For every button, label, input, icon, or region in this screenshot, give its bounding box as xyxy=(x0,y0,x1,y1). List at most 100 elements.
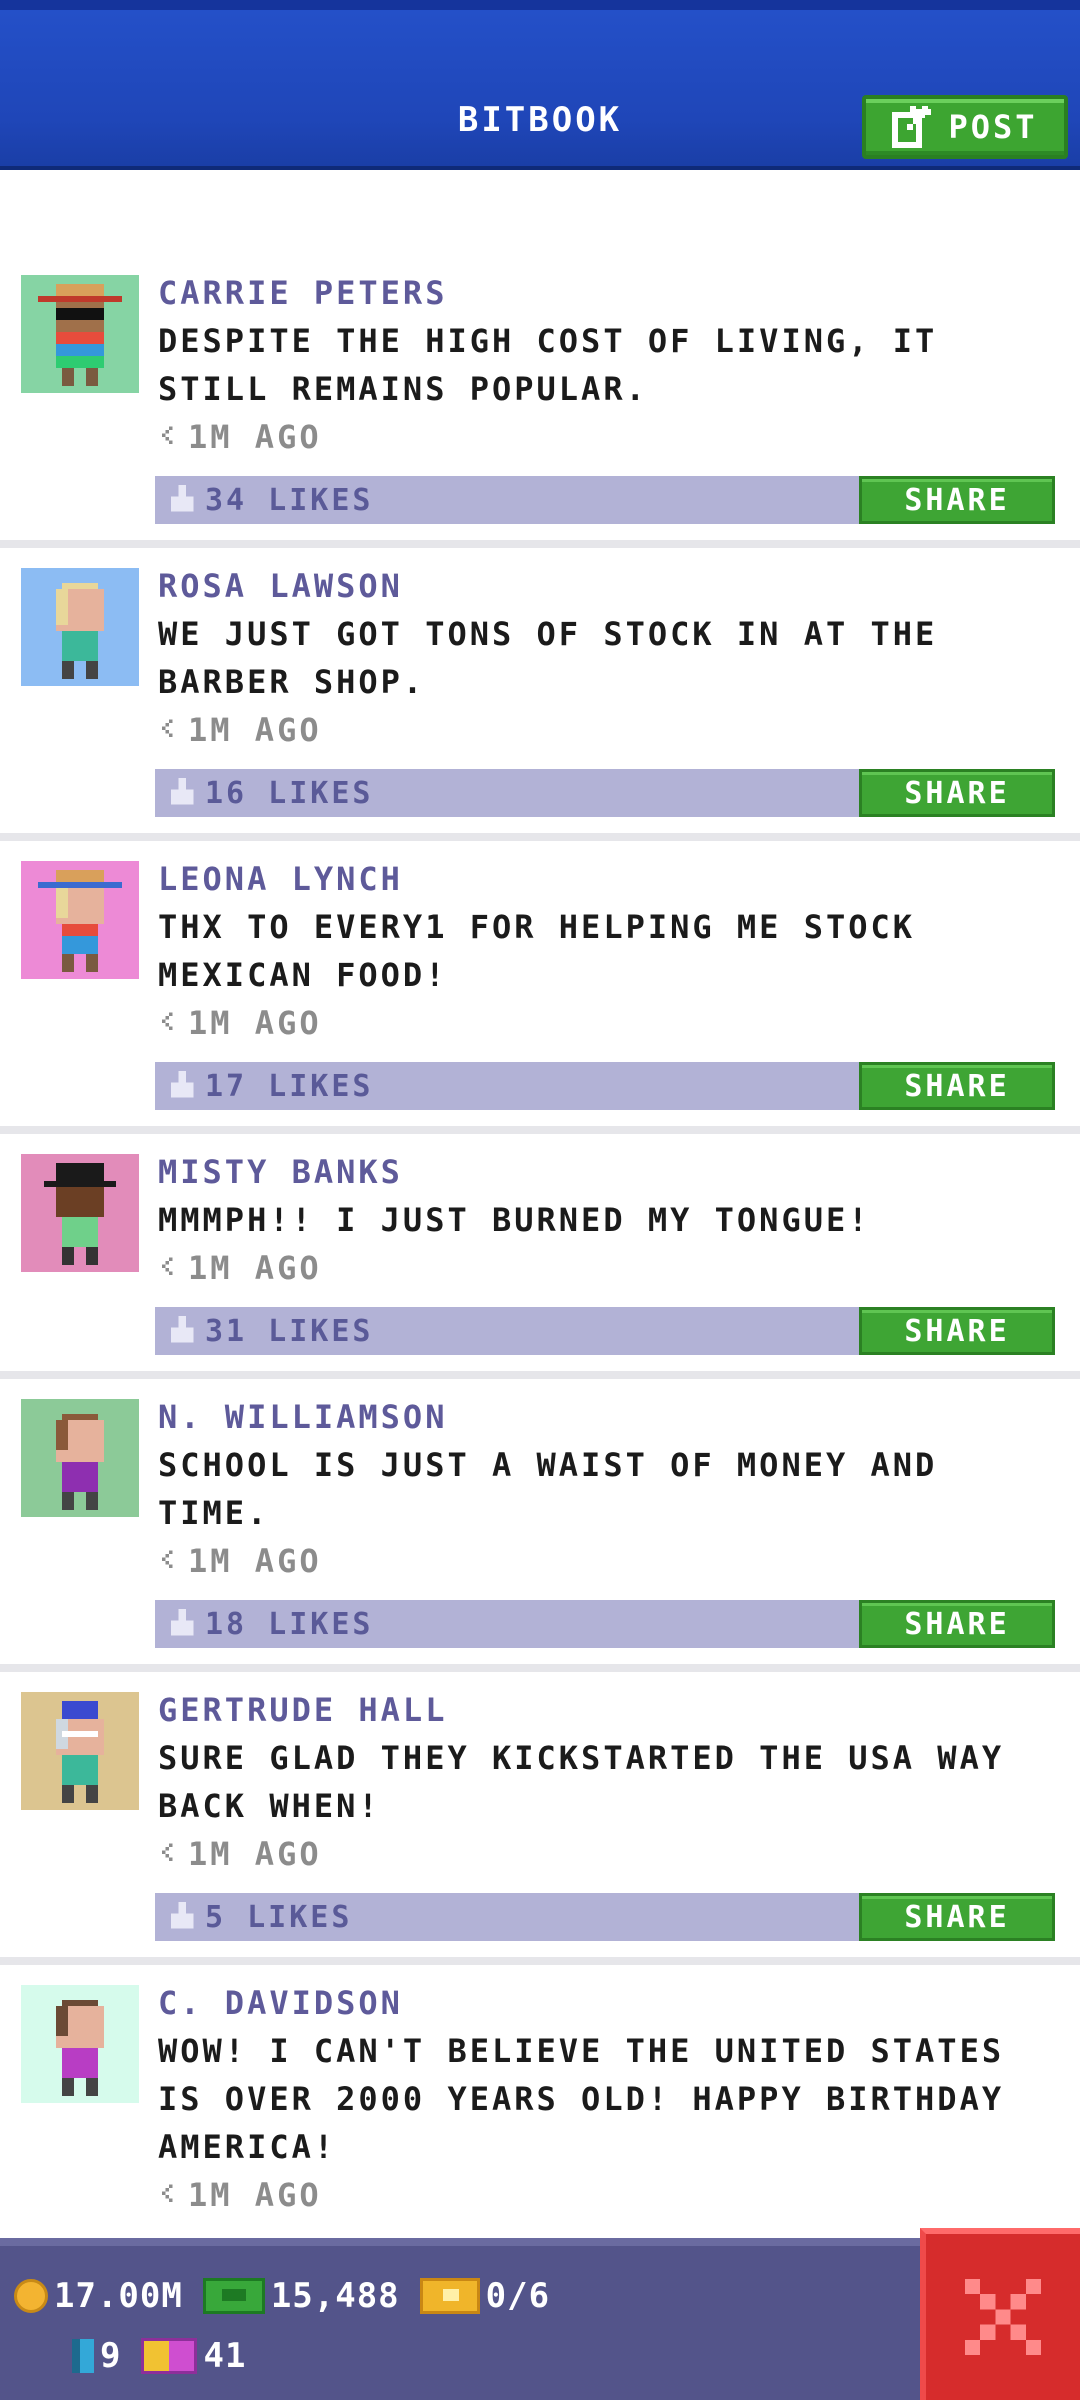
avatar[interactable] xyxy=(21,1154,139,1272)
tickets-value: 0/6 xyxy=(485,2276,551,2316)
clock-icon xyxy=(162,1257,173,1275)
avatar[interactable] xyxy=(21,275,139,393)
likes-count: 18 LIKES xyxy=(205,1606,374,1642)
edit-icon xyxy=(892,106,932,148)
post-time-label: 1M AGO xyxy=(188,1004,322,1042)
feed-post: GERTRUDE HALL SURE GLAD THEY KICKSTARTED… xyxy=(0,1672,1080,1965)
like-bar[interactable]: 17 LIKES SHARE xyxy=(155,1062,1055,1110)
header-bar: BITBOOK POST xyxy=(0,0,1080,170)
post-author[interactable]: N. WILLIAMSON xyxy=(158,1395,1068,1439)
feed-post: CARRIE PETERS DESPITE THE HIGH COST OF L… xyxy=(0,255,1080,548)
tickets-stat[interactable]: 0/6 xyxy=(419,2276,551,2316)
share-button[interactable]: SHARE xyxy=(859,1307,1055,1355)
post-time-label: 1M AGO xyxy=(188,1542,322,1580)
post-author[interactable]: CARRIE PETERS xyxy=(158,271,1068,315)
thumbs-up-icon xyxy=(170,778,194,805)
likes-count: 5 LIKES xyxy=(205,1899,353,1935)
post-button[interactable]: POST xyxy=(862,95,1068,159)
feed-list[interactable]: CARRIE PETERS DESPITE THE HIGH COST OF L… xyxy=(0,255,1080,2365)
clock-icon xyxy=(162,719,173,737)
avatar[interactable] xyxy=(21,861,139,979)
bux-icon xyxy=(202,2278,265,2314)
post-time: 1M AGO xyxy=(158,706,1068,754)
like-bar[interactable]: 31 LIKES SHARE xyxy=(155,1307,1055,1355)
bux-stat[interactable]: 15,488 xyxy=(202,2276,400,2316)
thumbs-up-icon xyxy=(170,1609,194,1636)
coins-value: 17.00M xyxy=(54,2276,183,2316)
post-author[interactable]: MISTY BANKS xyxy=(158,1150,1068,1194)
avatar[interactable] xyxy=(21,1399,139,1517)
likes-count: 31 LIKES xyxy=(205,1313,374,1349)
post-message: WE JUST GOT TONS OF STOCK IN AT THE BARB… xyxy=(158,615,938,701)
avatar-sprite xyxy=(56,1414,104,1510)
avatar-sprite xyxy=(56,583,104,679)
post-message: DESPITE THE HIGH COST OF LIVING, IT STIL… xyxy=(158,322,938,408)
post-author[interactable]: ROSA LAWSON xyxy=(158,564,1068,608)
vip-stat[interactable]: 41 xyxy=(141,2336,246,2376)
post-time: 1M AGO xyxy=(158,413,1068,461)
close-icon xyxy=(965,2279,1041,2355)
vip-value: 41 xyxy=(203,2336,247,2376)
feed-post: LEONA LYNCH THX TO EVERY1 FOR HELPING ME… xyxy=(0,841,1080,1134)
avatar-sprite xyxy=(56,2000,104,2096)
feed-post: N. WILLIAMSON SCHOOL IS JUST A WAIST OF … xyxy=(0,1379,1080,1672)
clock-icon xyxy=(162,2184,173,2202)
like-bar[interactable]: 34 LIKES SHARE xyxy=(155,476,1055,524)
likes-count: 34 LIKES xyxy=(205,482,374,518)
post-time: 1M AGO xyxy=(158,2171,1068,2219)
thumbs-up-icon xyxy=(170,485,194,512)
avatar-sprite xyxy=(56,1701,104,1803)
status-row-currency: 17.00M 15,488 0/6 xyxy=(14,2276,564,2316)
post-time-label: 1M AGO xyxy=(188,418,322,456)
avatar-sprite xyxy=(38,870,122,972)
thumbs-up-icon xyxy=(170,1071,194,1098)
thumbs-up-icon xyxy=(170,1902,194,1929)
coins-stat[interactable]: 17.00M xyxy=(14,2276,183,2316)
batteries-stat[interactable]: 9 xyxy=(72,2336,121,2376)
battery-icon xyxy=(72,2339,94,2373)
post-button-label: POST xyxy=(948,108,1038,146)
ticket-icon xyxy=(419,2278,480,2314)
clock-icon xyxy=(162,1012,173,1030)
thumbs-up-icon xyxy=(170,1316,194,1343)
post-time: 1M AGO xyxy=(158,1830,1068,1878)
post-message: MMMPH!! I JUST BURNED MY TONGUE! xyxy=(158,1201,871,1239)
avatar[interactable] xyxy=(21,568,139,686)
like-bar[interactable]: 5 LIKES SHARE xyxy=(155,1893,1055,1941)
post-time-label: 1M AGO xyxy=(188,1249,322,1287)
share-button[interactable]: SHARE xyxy=(859,1893,1055,1941)
post-author[interactable]: LEONA LYNCH xyxy=(158,857,1068,901)
feed-post: ROSA LAWSON WE JUST GOT TONS OF STOCK IN… xyxy=(0,548,1080,841)
coin-icon xyxy=(14,2279,48,2313)
post-time-label: 1M AGO xyxy=(188,1835,322,1873)
share-button[interactable]: SHARE xyxy=(859,476,1055,524)
bitbook-screen: BITBOOK POST CARRIE PETERS DESPITE THE H… xyxy=(0,0,1080,2400)
likes-count: 17 LIKES xyxy=(205,1068,374,1104)
avatar-sprite xyxy=(38,284,122,386)
like-bar[interactable]: 18 LIKES SHARE xyxy=(155,1600,1055,1648)
avatar-sprite xyxy=(44,1163,116,1265)
clock-icon xyxy=(162,1843,173,1861)
post-author[interactable]: GERTRUDE HALL xyxy=(158,1688,1068,1732)
clock-icon xyxy=(162,426,173,444)
post-time: 1M AGO xyxy=(158,999,1068,1047)
share-button[interactable]: SHARE xyxy=(859,769,1055,817)
post-time-label: 1M AGO xyxy=(188,711,322,749)
post-author[interactable]: C. DAVIDSON xyxy=(158,1981,1068,2025)
post-time-label: 1M AGO xyxy=(188,2176,322,2214)
close-button[interactable] xyxy=(920,2228,1080,2400)
batteries-value: 9 xyxy=(100,2336,122,2376)
post-message: WOW! I CAN'T BELIEVE THE UNITED STATES I… xyxy=(158,2032,1005,2166)
like-bar[interactable]: 16 LIKES SHARE xyxy=(155,769,1055,817)
clock-icon xyxy=(162,1550,173,1568)
share-button[interactable]: SHARE xyxy=(859,1062,1055,1110)
likes-count: 16 LIKES xyxy=(205,775,374,811)
avatar[interactable] xyxy=(21,1692,139,1810)
status-row-items: 9 41 xyxy=(72,2336,260,2376)
post-time: 1M AGO xyxy=(158,1537,1068,1585)
avatar[interactable] xyxy=(21,1985,139,2103)
bux-value: 15,488 xyxy=(270,2276,400,2316)
vip-icon xyxy=(141,2338,198,2374)
post-message: SURE GLAD THEY KICKSTARTED THE USA WAY B… xyxy=(158,1739,1005,1825)
share-button[interactable]: SHARE xyxy=(859,1600,1055,1648)
